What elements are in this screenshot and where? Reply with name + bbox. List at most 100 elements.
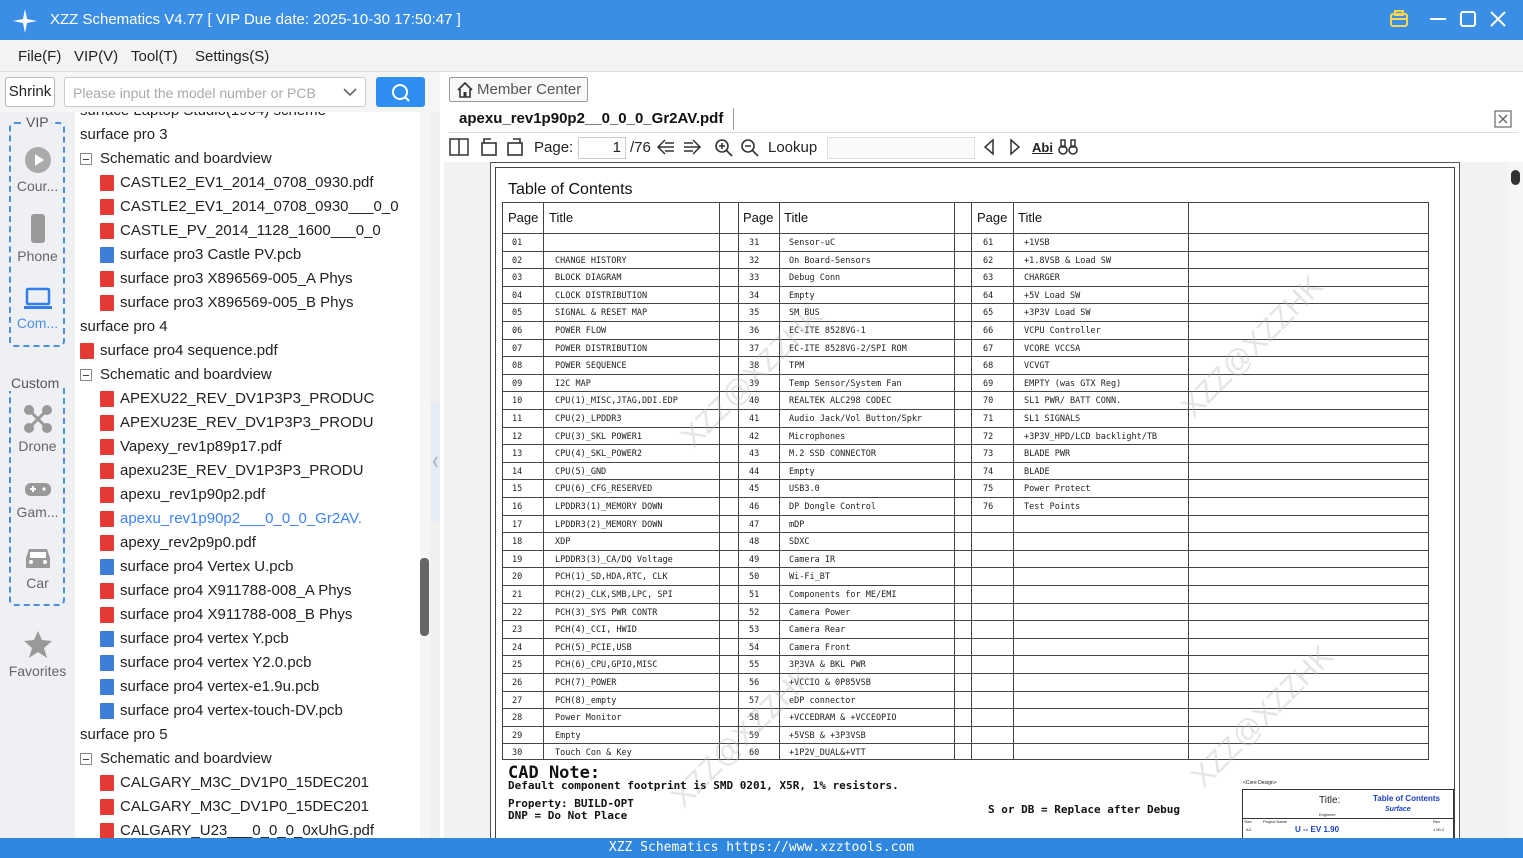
two-page-icon[interactable] bbox=[449, 138, 469, 156]
custom-group-label: Custom bbox=[9, 375, 62, 391]
toc-title-cell: USB3.0 bbox=[789, 484, 820, 494]
nav-drone[interactable]: Drone bbox=[0, 404, 75, 454]
toc-title-cell: Debug Conn bbox=[789, 273, 841, 283]
panel-splitter[interactable] bbox=[430, 112, 440, 838]
collapse-toggle-icon[interactable] bbox=[80, 369, 92, 381]
toc-title-cell: PCH(3)_SYS PWR CONTR bbox=[555, 608, 658, 618]
tree-file[interactable]: surface Laptop Studio(1964) scheme bbox=[75, 112, 420, 123]
tree-file[interactable]: surface pro4 X911788-008_A Phys bbox=[100, 579, 420, 603]
table-row-line bbox=[502, 374, 1429, 375]
title-block-size-label: Size bbox=[1244, 819, 1252, 824]
close-window-icon[interactable] bbox=[1487, 8, 1509, 30]
nav-favorites[interactable]: Favorites bbox=[0, 629, 75, 679]
tree-file[interactable]: CASTLE2_EV1_2014_0708_0930___0_0 bbox=[100, 195, 420, 219]
tree-file[interactable]: surface pro4 Vertex U.pcb bbox=[100, 555, 420, 579]
tree-file[interactable]: surface pro3 X896569-005_B Phys bbox=[100, 291, 420, 315]
tree-file[interactable]: APEXU22_REV_DV1P3P3_PRODUC bbox=[100, 387, 420, 411]
toc-title-cell: +VCCEDRAM & +VCCEOPIO bbox=[789, 713, 897, 723]
find-prev-icon[interactable] bbox=[981, 138, 997, 156]
nav-computer[interactable]: Com... bbox=[0, 287, 75, 331]
page-number-input[interactable]: 1 bbox=[578, 137, 626, 159]
tree-file[interactable]: surface pro4 vertex Y2.0.pcb bbox=[100, 651, 420, 675]
table-header: Title bbox=[1018, 210, 1043, 225]
toc-page-number: 68 bbox=[983, 361, 994, 371]
toc-title-cell: TPM bbox=[789, 361, 805, 371]
tree-scrollbar[interactable] bbox=[420, 112, 430, 838]
tree-file[interactable]: CALGARY_U23___0_0_0_0xUhG.pdf bbox=[100, 819, 420, 838]
tree-file[interactable]: CALGARY_M3C_DV1P0_15DEC201 bbox=[100, 795, 420, 819]
tree-file[interactable]: apexu_rev1p90p2___0_0_0_Gr2AV. bbox=[100, 507, 420, 531]
menu-tool[interactable]: Tool(T) bbox=[131, 48, 178, 65]
maximize-icon[interactable] bbox=[1457, 8, 1479, 30]
shrink-button[interactable]: Shrink bbox=[5, 77, 55, 107]
tree-file[interactable]: Vapexy_rev1p89p17.pdf bbox=[100, 435, 420, 459]
nav-phone[interactable]: Phone bbox=[0, 214, 75, 264]
prev-page-icon[interactable] bbox=[656, 138, 676, 156]
match-case-toggle[interactable]: Abi bbox=[1032, 140, 1053, 155]
document-tab[interactable]: apexu_rev1p90p2__0_0_0_Gr2AV.pdf bbox=[459, 110, 723, 127]
tree-file[interactable]: APEXU23E_REV_DV1P3P3_PRODU bbox=[100, 411, 420, 435]
menu-file[interactable]: File(F) bbox=[18, 48, 61, 65]
car-icon bbox=[25, 549, 50, 568]
tree-folder[interactable]: surface pro 4 bbox=[75, 315, 420, 339]
tree-file[interactable]: surface pro4 vertex Y.pcb bbox=[100, 627, 420, 651]
tree-folder[interactable]: surface pro 5 bbox=[75, 723, 420, 747]
tree-file[interactable]: surface pro3 Castle PV.pcb bbox=[100, 243, 420, 267]
vip-badge-icon[interactable] bbox=[1388, 8, 1410, 30]
search-button[interactable] bbox=[376, 77, 425, 107]
binoculars-icon[interactable] bbox=[1058, 138, 1078, 156]
tree-scrollbar-thumb[interactable] bbox=[420, 558, 429, 636]
toc-page-number: 06 bbox=[512, 326, 523, 336]
title-block-size-value: A3 bbox=[1246, 827, 1251, 832]
search-input[interactable]: Please input the model number or PCB bbox=[64, 77, 366, 107]
toc-page-number: 13 bbox=[512, 449, 523, 459]
zoom-out-icon[interactable] bbox=[740, 138, 760, 158]
viewer-scrollbar[interactable] bbox=[1508, 162, 1523, 838]
app-logo-icon bbox=[13, 9, 37, 33]
tree-file[interactable]: CASTLE2_EV1_2014_0708_0930.pdf bbox=[100, 171, 420, 195]
pcb-file-icon bbox=[100, 247, 114, 263]
tree-file[interactable]: apexu23E_REV_DV1P3P3_PRODU bbox=[100, 459, 420, 483]
tree-file[interactable]: apexy_rev2p9p0.pdf bbox=[100, 531, 420, 555]
next-page-icon[interactable] bbox=[682, 138, 702, 156]
menu-vip[interactable]: VIP(V) bbox=[74, 48, 118, 65]
toc-title-cell: CHANGE HISTORY bbox=[555, 256, 627, 266]
minimize-icon[interactable] bbox=[1427, 8, 1449, 30]
tree-item-label: Vapexy_rev1p89p17.pdf bbox=[120, 438, 282, 455]
pdf-file-icon bbox=[100, 415, 114, 431]
viewer-scrollbar-thumb[interactable] bbox=[1511, 170, 1520, 185]
tree-file[interactable]: surface pro4 X911788-008_B Phys bbox=[100, 603, 420, 627]
menu-settings[interactable]: Settings(S) bbox=[195, 48, 269, 65]
tree-file[interactable]: surface pro4 vertex-touch-DV.pcb bbox=[100, 699, 420, 723]
tree-folder[interactable]: Schematic and boardview bbox=[80, 363, 420, 387]
tree-file[interactable]: surface pro4 vertex-e1.9u.pcb bbox=[100, 675, 420, 699]
find-next-icon[interactable] bbox=[1007, 138, 1023, 156]
collapse-toggle-icon[interactable] bbox=[80, 153, 92, 165]
close-tab-icon[interactable] bbox=[1494, 110, 1512, 128]
tree-folder[interactable]: Schematic and boardview bbox=[80, 147, 420, 171]
tree-file[interactable]: CASTLE_PV_2014_1128_1600___0_0 bbox=[100, 219, 420, 243]
tree-file[interactable]: surface pro4 sequence.pdf bbox=[80, 339, 420, 363]
nav-car[interactable]: Car bbox=[0, 545, 75, 591]
nav-courses[interactable]: Cour... bbox=[0, 146, 75, 194]
rotate-right-icon[interactable] bbox=[505, 137, 525, 157]
tree-file[interactable]: apexu_rev1p90p2.pdf bbox=[100, 483, 420, 507]
tree-file[interactable]: CALGARY_M3C_DV1P0_15DEC201 bbox=[100, 771, 420, 795]
collapse-handle[interactable] bbox=[431, 402, 440, 522]
rotate-left-icon[interactable] bbox=[479, 137, 499, 157]
tree-folder[interactable]: Schematic and boardview bbox=[80, 747, 420, 771]
zoom-in-icon[interactable] bbox=[714, 138, 734, 158]
member-center-button[interactable]: Member Center bbox=[449, 77, 588, 102]
tree-file[interactable]: surface pro3 X896569-005_A Phys bbox=[100, 267, 420, 291]
lookup-input[interactable] bbox=[827, 137, 975, 159]
tree-item-label: surface pro4 vertex-e1.9u.pcb bbox=[120, 678, 320, 695]
toc-page-number: 64 bbox=[983, 291, 994, 301]
toc-page-number: 17 bbox=[512, 520, 523, 530]
tree-folder[interactable]: surface pro 3 bbox=[75, 123, 420, 147]
toc-title-cell: M.2 SSD CONNECTOR bbox=[789, 449, 876, 459]
collapse-toggle-icon[interactable] bbox=[80, 753, 92, 765]
chevron-down-icon[interactable] bbox=[343, 87, 357, 97]
nav-games[interactable]: Gam... bbox=[0, 478, 75, 520]
page-label: Page: bbox=[534, 139, 574, 156]
toc-page-number: 22 bbox=[512, 608, 523, 618]
